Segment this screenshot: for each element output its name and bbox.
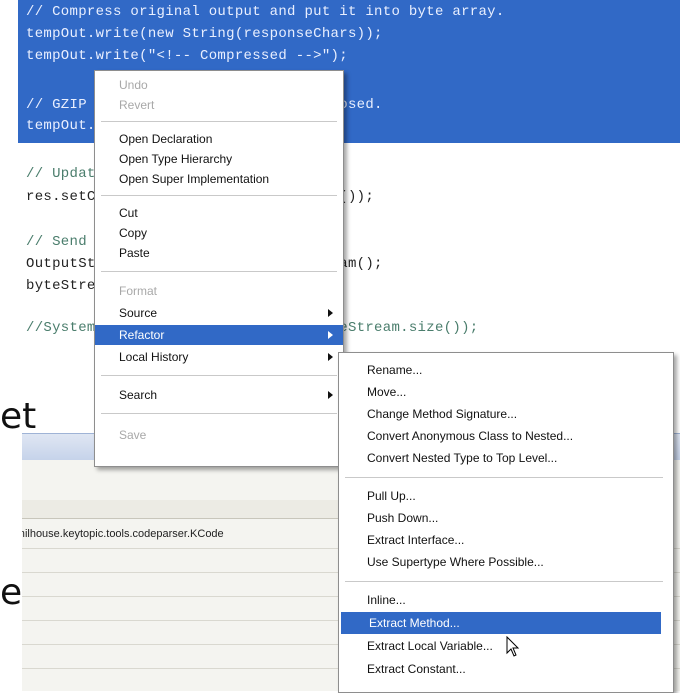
table-column-header[interactable]: ion: [0, 500, 340, 519]
menu-item-refactor[interactable]: Refactor: [95, 325, 343, 345]
submenu-arrow-icon: [328, 353, 333, 361]
code-line-3[interactable]: tempOut.write("<!-- Compressed -->");: [26, 48, 348, 64]
menu-separator: [101, 413, 337, 414]
menu-item-save[interactable]: Save: [95, 425, 343, 445]
table-row[interactable]: rt milhouse.keytopic.tools.codeparser.KC…: [6, 528, 224, 540]
menu-item-open-super-implementation[interactable]: Open Super Implementation: [95, 169, 343, 189]
code-line-1[interactable]: // Compress original output and put it i…: [26, 4, 505, 20]
menu-item-undo[interactable]: Undo: [95, 75, 343, 95]
submenu-item-convert-nested-type[interactable]: Convert Nested Type to Top Level...: [339, 447, 673, 469]
menu-item-open-type-hierarchy[interactable]: Open Type Hierarchy: [95, 149, 343, 169]
menu-separator: [101, 271, 337, 272]
submenu-item-convert-anonymous-class[interactable]: Convert Anonymous Class to Nested...: [339, 425, 673, 447]
submenu-arrow-icon: [328, 391, 333, 399]
submenu-item-use-supertype[interactable]: Use Supertype Where Possible...: [339, 551, 673, 573]
submenu-item-pull-up[interactable]: Pull Up...: [339, 485, 673, 507]
menu-item-copy[interactable]: Copy: [95, 223, 343, 243]
submenu-item-inline[interactable]: Inline...: [339, 589, 673, 611]
menu-item-revert[interactable]: Revert: [95, 95, 343, 115]
menu-separator: [345, 581, 663, 582]
slide-text-fragment-2: e: [0, 572, 23, 613]
menu-separator: [101, 375, 337, 376]
menu-item-source[interactable]: Source: [95, 303, 343, 323]
submenu-item-extract-constant[interactable]: Extract Constant...: [339, 658, 673, 680]
submenu-item-rename[interactable]: Rename...: [339, 359, 673, 381]
slide-text-fragment-1: et: [0, 396, 37, 437]
menu-item-local-history[interactable]: Local History: [95, 347, 343, 367]
submenu-item-move[interactable]: Move...: [339, 381, 673, 403]
menu-separator: [101, 195, 337, 196]
menu-separator: [345, 477, 663, 478]
menu-item-cut[interactable]: Cut: [95, 203, 343, 223]
submenu-arrow-icon: [328, 331, 333, 339]
menu-separator: [101, 121, 337, 122]
submenu-item-extract-interface[interactable]: Extract Interface...: [339, 529, 673, 551]
menu-item-format[interactable]: Format: [95, 281, 343, 301]
submenu-arrow-icon: [328, 309, 333, 317]
menu-item-search[interactable]: Search: [95, 385, 343, 405]
context-menu: Undo Revert Open Declaration Open Type H…: [94, 70, 344, 467]
menu-item-paste[interactable]: Paste: [95, 243, 343, 263]
submenu-item-push-down[interactable]: Push Down...: [339, 507, 673, 529]
code-line-2[interactable]: tempOut.write(new String(responseChars))…: [26, 26, 383, 42]
submenu-item-change-method-signature[interactable]: Change Method Signature...: [339, 403, 673, 425]
menu-item-open-declaration[interactable]: Open Declaration: [95, 129, 343, 149]
submenu-item-extract-method[interactable]: Extract Method...: [341, 612, 661, 634]
